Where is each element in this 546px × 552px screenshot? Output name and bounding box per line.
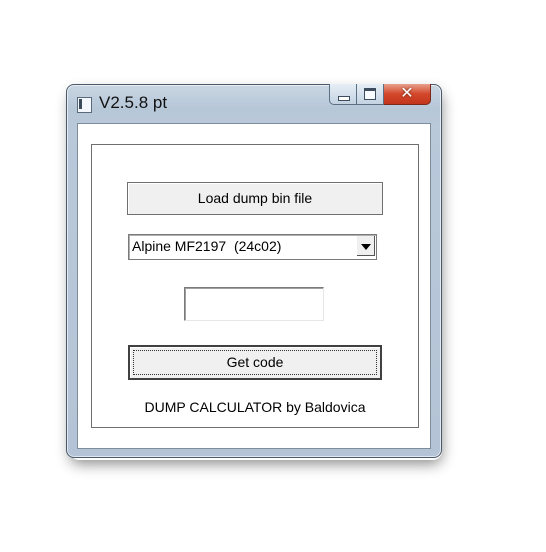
close-icon: ✕ [400,83,414,102]
get-code-button[interactable]: Get code [128,345,382,380]
close-button[interactable]: ✕ [384,83,431,105]
model-select-value: Alpine MF2197 (24c02) [132,238,282,254]
credit-label: DUMP CALCULATOR by Baldovica [144,399,366,415]
title-bar[interactable]: V2.5.8 pt ✕ [67,83,441,123]
client-area: Load dump bin file Alpine MF2197 (24c02)… [77,123,431,449]
maximize-icon [364,88,376,100]
code-output-field[interactable] [184,287,324,321]
caption-buttons: ✕ [329,83,431,106]
app-window: V2.5.8 pt ✕ Load dump bin file Alpine MF… [66,83,442,458]
chevron-down-icon[interactable] [356,236,375,256]
minimize-button[interactable] [329,84,357,105]
window-title: V2.5.8 pt [99,93,168,112]
load-dump-button[interactable]: Load dump bin file [127,182,383,215]
model-select[interactable]: Alpine MF2197 (24c02) [128,234,377,260]
app-window-icon[interactable] [77,97,92,113]
minimize-icon [338,96,350,101]
focus-rectangle [133,350,377,375]
maximize-button[interactable] [357,84,384,105]
main-group-box: Load dump bin file Alpine MF2197 (24c02)… [91,144,419,428]
